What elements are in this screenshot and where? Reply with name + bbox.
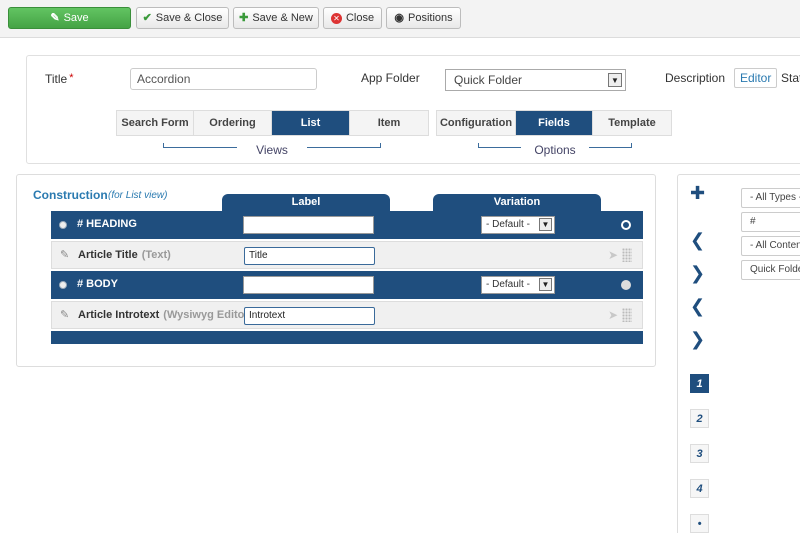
chevron-down-icon: ▼ xyxy=(539,278,552,291)
item-settings-panel: Title* App Folder Quick Folder ▼ Descrip… xyxy=(26,55,800,164)
tab-ordering[interactable]: Ordering xyxy=(194,111,272,135)
chevron-down-icon: ▼ xyxy=(608,73,622,87)
title-label: Title * xyxy=(45,72,74,86)
construction-subtitle: (for List view) xyxy=(108,190,168,201)
variation-value: - Default - xyxy=(486,219,530,230)
chevron-down-icon: ▼ xyxy=(539,218,552,231)
app-folder-value: Quick Folder xyxy=(454,73,523,87)
type-filter-select[interactable]: - All Types - xyxy=(741,188,800,208)
arrow-left-icon[interactable]: ❮ xyxy=(690,296,705,317)
description-label: Description xyxy=(665,71,726,85)
position-row-body: # BODY - Default - ▼ xyxy=(51,271,643,299)
positions-button[interactable]: ◉ Positions xyxy=(386,7,461,29)
arrow-up-icon[interactable]: ❮ xyxy=(690,230,705,251)
tab-list[interactable]: List xyxy=(272,111,350,135)
save-new-label: Save & New xyxy=(252,12,313,24)
side-panel: ✚ ❮ ❯ ❮ ❯ 1 2 3 4 • - All Types - # - Al… xyxy=(677,174,800,533)
plus-icon: ✚ xyxy=(239,11,249,24)
tab-search-form[interactable]: Search Form xyxy=(117,111,194,135)
position-number-more[interactable]: • xyxy=(690,514,709,533)
field-name: Article Title (Text) xyxy=(78,249,171,261)
eye-icon: ◉ xyxy=(394,11,404,24)
status-label: Stat xyxy=(781,71,800,85)
position-name: # HEADING xyxy=(77,218,137,230)
tab-item[interactable]: Item xyxy=(350,111,428,135)
position-row-heading: # HEADING - Default - ▼ xyxy=(51,211,643,239)
drag-handle-icon[interactable] xyxy=(622,308,632,322)
construction-panel: Construction (for List view) Label Varia… xyxy=(16,174,656,367)
position-number-2[interactable]: 2 xyxy=(690,409,709,428)
position-number-1[interactable]: 1 xyxy=(690,374,709,393)
arrow-down-icon[interactable]: ❯ xyxy=(690,329,705,350)
title-input[interactable] xyxy=(130,68,317,90)
folder-filter-select[interactable]: Quick Folder xyxy=(741,260,800,280)
field-row-article-title[interactable]: ✎ Article Title (Text) Title ➤ xyxy=(51,241,643,269)
tab-configuration[interactable]: Configuration xyxy=(437,111,516,135)
label-column-header: Label xyxy=(222,194,390,211)
position-number-4[interactable]: 4 xyxy=(690,479,709,498)
edit-icon: ✎ xyxy=(50,11,60,24)
construction-footer-bar xyxy=(51,331,643,344)
close-icon: ✕ xyxy=(330,12,342,24)
drag-handle-icon[interactable] xyxy=(622,248,632,262)
position-label-input[interactable] xyxy=(243,276,374,294)
add-icon[interactable]: ✚ xyxy=(690,183,705,204)
views-tabs: Search Form Ordering List Item xyxy=(116,110,429,136)
app-folder-select[interactable]: Quick Folder ▼ xyxy=(445,69,626,91)
position-label-input[interactable] xyxy=(243,216,374,234)
chevron-right-icon[interactable]: ➤ xyxy=(608,308,618,322)
position-number-3[interactable]: 3 xyxy=(690,444,709,463)
views-caption: Views xyxy=(237,143,307,157)
field-label-input[interactable]: Introtext xyxy=(244,307,375,325)
field-type: (Wysiwyg Editor) xyxy=(163,309,253,321)
position-toggle-icon[interactable] xyxy=(621,220,631,230)
chevron-right-icon[interactable]: ➤ xyxy=(608,248,618,262)
editor-button[interactable]: Editor xyxy=(734,68,778,88)
close-button[interactable]: ✕ Close xyxy=(323,7,382,29)
save-button[interactable]: ✎ Save xyxy=(8,7,131,29)
tab-template[interactable]: Template xyxy=(593,111,671,135)
field-type: (Text) xyxy=(141,249,171,261)
variation-select[interactable]: - Default - ▼ xyxy=(481,276,555,294)
arrow-right-icon[interactable]: ❯ xyxy=(690,263,705,284)
variation-select[interactable]: - Default - ▼ xyxy=(481,216,555,234)
save-close-label: Save & Close xyxy=(155,12,223,24)
field-label-input[interactable]: Title xyxy=(244,247,375,265)
variation-value: - Default - xyxy=(486,279,530,290)
construction-title: Construction xyxy=(33,188,108,202)
app-folder-label: App Folder xyxy=(361,71,420,85)
options-tabs: Configuration Fields Template xyxy=(436,110,672,136)
close-label: Close xyxy=(345,12,375,24)
field-name-text: Article Title xyxy=(78,249,138,261)
search-filter-input[interactable]: # xyxy=(741,212,800,232)
save-new-button[interactable]: ✚ Save & New xyxy=(233,7,319,29)
options-caption: Options xyxy=(521,143,589,157)
save-close-button[interactable]: ✔ Save & Close xyxy=(136,7,229,29)
pencil-icon[interactable]: ✎ xyxy=(60,308,69,321)
field-name: Article Introtext (Wysiwyg Editor) xyxy=(78,309,252,321)
tab-fields[interactable]: Fields xyxy=(516,111,593,135)
field-row-article-introtext[interactable]: ✎ Article Introtext (Wysiwyg Editor) Intr… xyxy=(51,301,643,329)
title-label-text: Title xyxy=(45,72,68,86)
content-filter-select[interactable]: - All Content xyxy=(741,236,800,256)
field-name-text: Article Introtext xyxy=(78,309,160,321)
save-label: Save xyxy=(63,12,89,24)
check-icon: ✔ xyxy=(142,11,152,24)
toolbar: ✎ Save ✔ Save & Close ✚ Save & New ✕ Clo… xyxy=(0,0,800,38)
variation-column-header: Variation xyxy=(433,194,601,211)
position-toggle-icon[interactable] xyxy=(621,280,631,290)
position-name: # BODY xyxy=(77,278,118,290)
position-dot xyxy=(59,281,67,289)
positions-label: Positions xyxy=(407,12,453,24)
required-mark: * xyxy=(69,72,74,84)
position-dot xyxy=(59,221,67,229)
pencil-icon[interactable]: ✎ xyxy=(60,248,69,261)
